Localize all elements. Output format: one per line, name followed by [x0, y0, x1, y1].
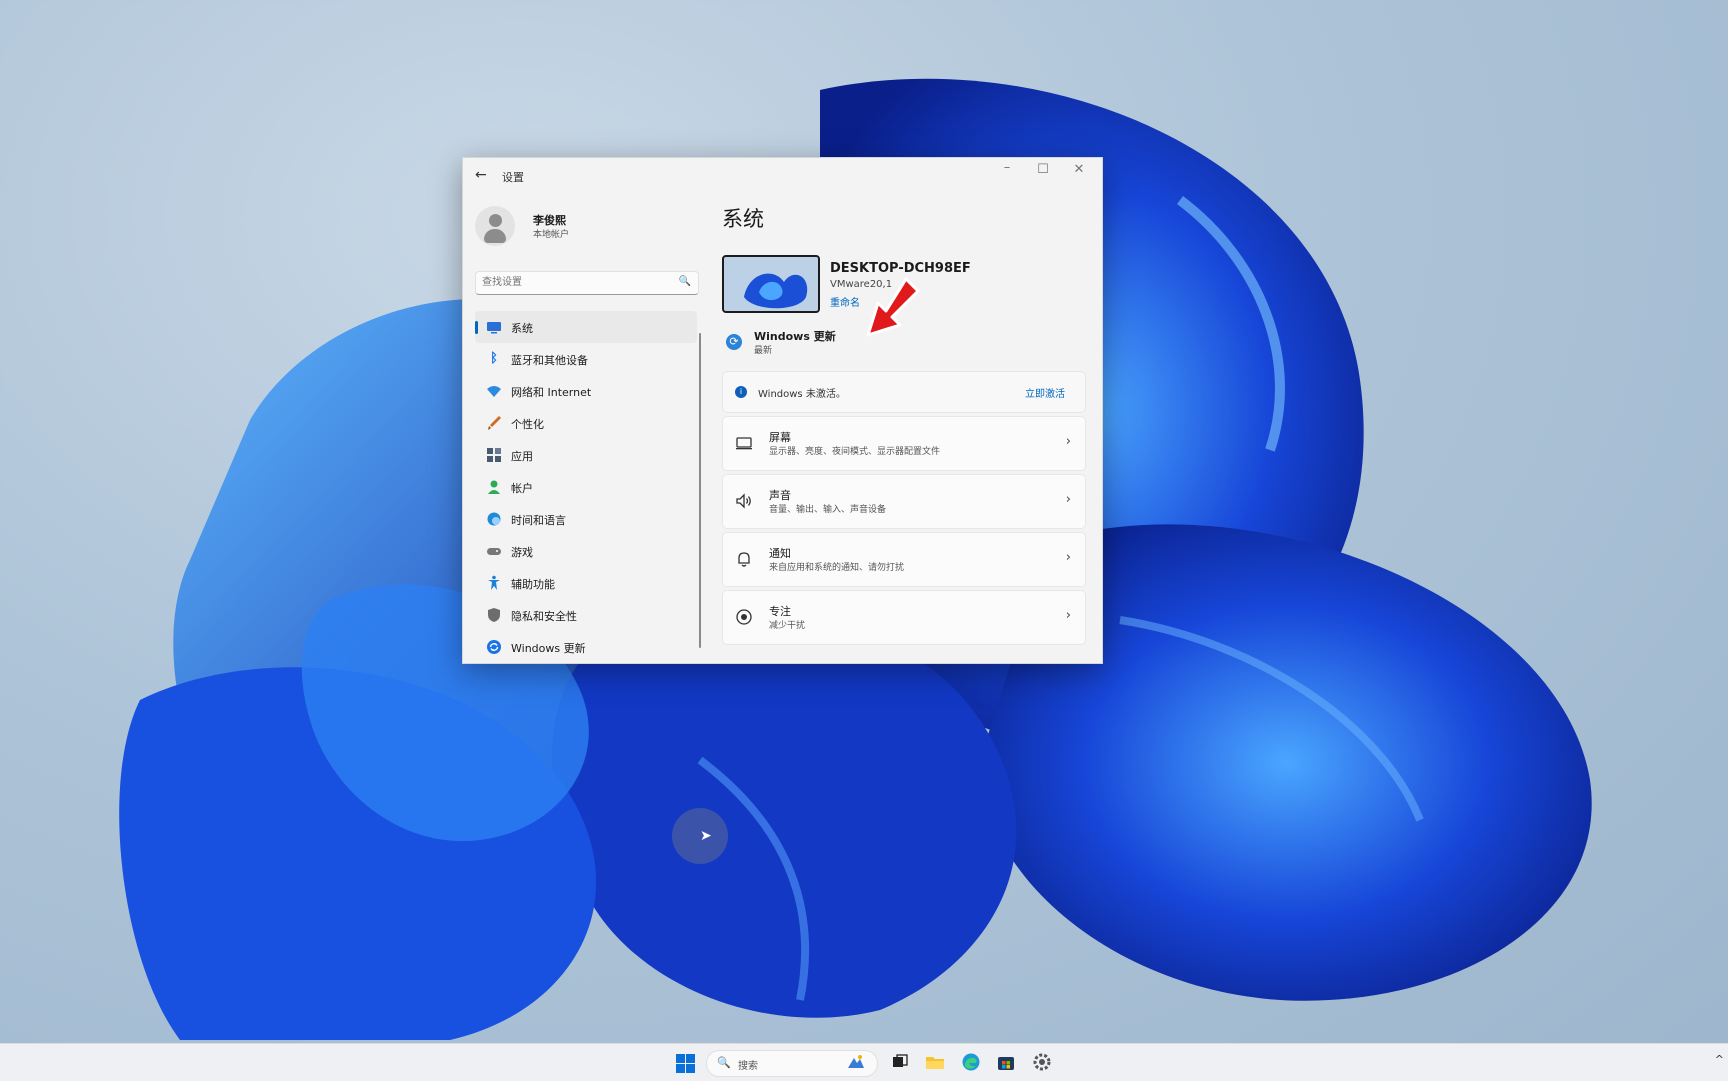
title-bar: ← 设置 – ☐ ✕: [463, 158, 1102, 194]
sidebar-nav: 系统 ᛒ 蓝牙和其他设备 网络和 Internet 个性化 应用 帐户 时间和语…: [475, 311, 697, 663]
setting-card-sound[interactable]: 声音 音量、输出、输入、声音设备 ›: [722, 474, 1086, 529]
sidebar-item-label: 隐私和安全性: [511, 610, 577, 623]
apps-icon: [486, 447, 502, 463]
sidebar-item-label: 帐户: [511, 482, 533, 495]
device-name: DESKTOP-DCH98EF: [830, 261, 971, 276]
start-button[interactable]: [676, 1054, 695, 1073]
settings-window: ← 设置 – ☐ ✕ 李俊熙 本地帐户 🔍 系统 ᛒ 蓝牙和其他设备: [462, 157, 1103, 664]
accessibility-icon: [486, 575, 502, 591]
chevron-up-icon[interactable]: ^: [1715, 1053, 1724, 1066]
sidebar-item-label: 应用: [511, 450, 533, 463]
activate-now-link[interactable]: 立即激活: [1025, 385, 1065, 400]
rename-link[interactable]: 重命名: [830, 294, 860, 309]
gamepad-icon: [486, 543, 502, 559]
focus-icon: [735, 608, 753, 626]
card-title: 专注: [769, 605, 791, 618]
widgets-icon[interactable]: [846, 1052, 866, 1072]
card-subtitle: 减少干扰: [769, 621, 806, 631]
store-icon[interactable]: [996, 1052, 1016, 1072]
info-icon: i: [735, 386, 747, 398]
card-subtitle: 音量、输出、输入、声音设备: [769, 505, 887, 515]
setting-card-display[interactable]: 屏幕 显示器、亮度、夜间模式、显示器配置文件 ›: [722, 416, 1086, 471]
windows-update-title: Windows 更新: [754, 330, 836, 343]
arrow-left-icon[interactable]: ←: [475, 167, 487, 183]
card-title: 通知: [769, 547, 791, 560]
search-icon[interactable]: 🔍: [679, 276, 691, 287]
edge-icon[interactable]: [961, 1052, 981, 1072]
task-view-icon[interactable]: [890, 1052, 910, 1072]
card-subtitle: 显示器、亮度、夜间模式、显示器配置文件: [769, 447, 941, 457]
sidebar-item-privacy[interactable]: 隐私和安全性: [475, 599, 697, 631]
sidebar-item-label: 系统: [511, 322, 533, 335]
sidebar-item-apps[interactable]: 应用: [475, 439, 697, 471]
update-icon: [486, 639, 502, 655]
sidebar-item-network[interactable]: 网络和 Internet: [475, 375, 697, 407]
brush-icon: [486, 415, 502, 431]
file-explorer-icon[interactable]: [925, 1052, 945, 1072]
window-title: 设置: [502, 171, 524, 184]
activation-notice: i Windows 未激活。 立即激活: [722, 371, 1086, 413]
maximize-button[interactable]: ☐: [1028, 162, 1058, 177]
sidebar-item-system[interactable]: 系统: [475, 311, 697, 343]
search-icon: 🔍: [717, 1056, 731, 1069]
sidebar-scrollbar[interactable]: [699, 333, 701, 648]
chevron-right-icon: ›: [1065, 492, 1071, 507]
search-input[interactable]: [482, 275, 672, 290]
annotation-arrow-icon: [866, 277, 920, 337]
bell-icon: [735, 550, 753, 568]
sidebar-item-bluetooth[interactable]: ᛒ 蓝牙和其他设备: [475, 343, 697, 375]
sidebar-item-time-language[interactable]: 时间和语言: [475, 503, 697, 535]
taskbar-search-label: 搜索: [738, 1061, 758, 1072]
minimize-button[interactable]: –: [992, 160, 1022, 175]
mouse-pointer-icon: ➤: [700, 828, 712, 844]
sidebar-item-personalization[interactable]: 个性化: [475, 407, 697, 439]
account-icon: [486, 479, 502, 495]
sidebar-item-label: Windows 更新: [511, 642, 586, 655]
close-button[interactable]: ✕: [1064, 162, 1094, 177]
settings-search-box[interactable]: 🔍: [475, 271, 699, 295]
card-subtitle: 来自应用和系统的通知、请勿打扰: [769, 563, 905, 573]
setting-card-notifications[interactable]: 通知 来自应用和系统的通知、请勿打扰 ›: [722, 532, 1086, 587]
sidebar-item-accessibility[interactable]: 辅助功能: [475, 567, 697, 599]
sidebar-item-label: 辅助功能: [511, 578, 555, 591]
setting-card-focus[interactable]: 专注 减少干扰 ›: [722, 590, 1086, 645]
device-thumbnail: [722, 255, 820, 313]
chevron-right-icon: ›: [1065, 434, 1071, 449]
sidebar-item-label: 网络和 Internet: [511, 386, 592, 399]
page-title: 系统: [722, 207, 764, 231]
shield-icon: [486, 607, 502, 623]
sidebar-item-label: 个性化: [511, 418, 544, 431]
display-icon: [735, 434, 753, 452]
sidebar-item-accounts[interactable]: 帐户: [475, 471, 697, 503]
avatar: [475, 206, 515, 246]
taskbar: 🔍 搜索 ^: [0, 1043, 1728, 1081]
card-title: 声音: [769, 489, 791, 502]
monitor-icon: [486, 319, 502, 335]
bluetooth-icon: ᛒ: [490, 351, 498, 366]
sidebar-item-label: 时间和语言: [511, 514, 566, 527]
account-type: 本地帐户: [533, 230, 570, 240]
speaker-icon: [735, 492, 753, 510]
sidebar-item-gaming[interactable]: 游戏: [475, 535, 697, 567]
sidebar-item-windows-update[interactable]: Windows 更新: [475, 631, 697, 663]
settings-icon[interactable]: [1032, 1052, 1052, 1072]
user-name: 李俊熙: [533, 214, 566, 227]
sidebar-item-label: 蓝牙和其他设备: [511, 354, 588, 367]
chevron-right-icon: ›: [1065, 608, 1071, 623]
sidebar-item-label: 游戏: [511, 546, 533, 559]
windows-update-state: 最新: [754, 346, 773, 356]
activation-message: Windows 未激活。: [758, 389, 846, 400]
chevron-right-icon: ›: [1065, 550, 1071, 565]
update-icon: ⟳: [726, 334, 742, 350]
wifi-icon: [486, 383, 502, 399]
globe-clock-icon: [486, 511, 502, 527]
card-title: 屏幕: [769, 431, 791, 444]
